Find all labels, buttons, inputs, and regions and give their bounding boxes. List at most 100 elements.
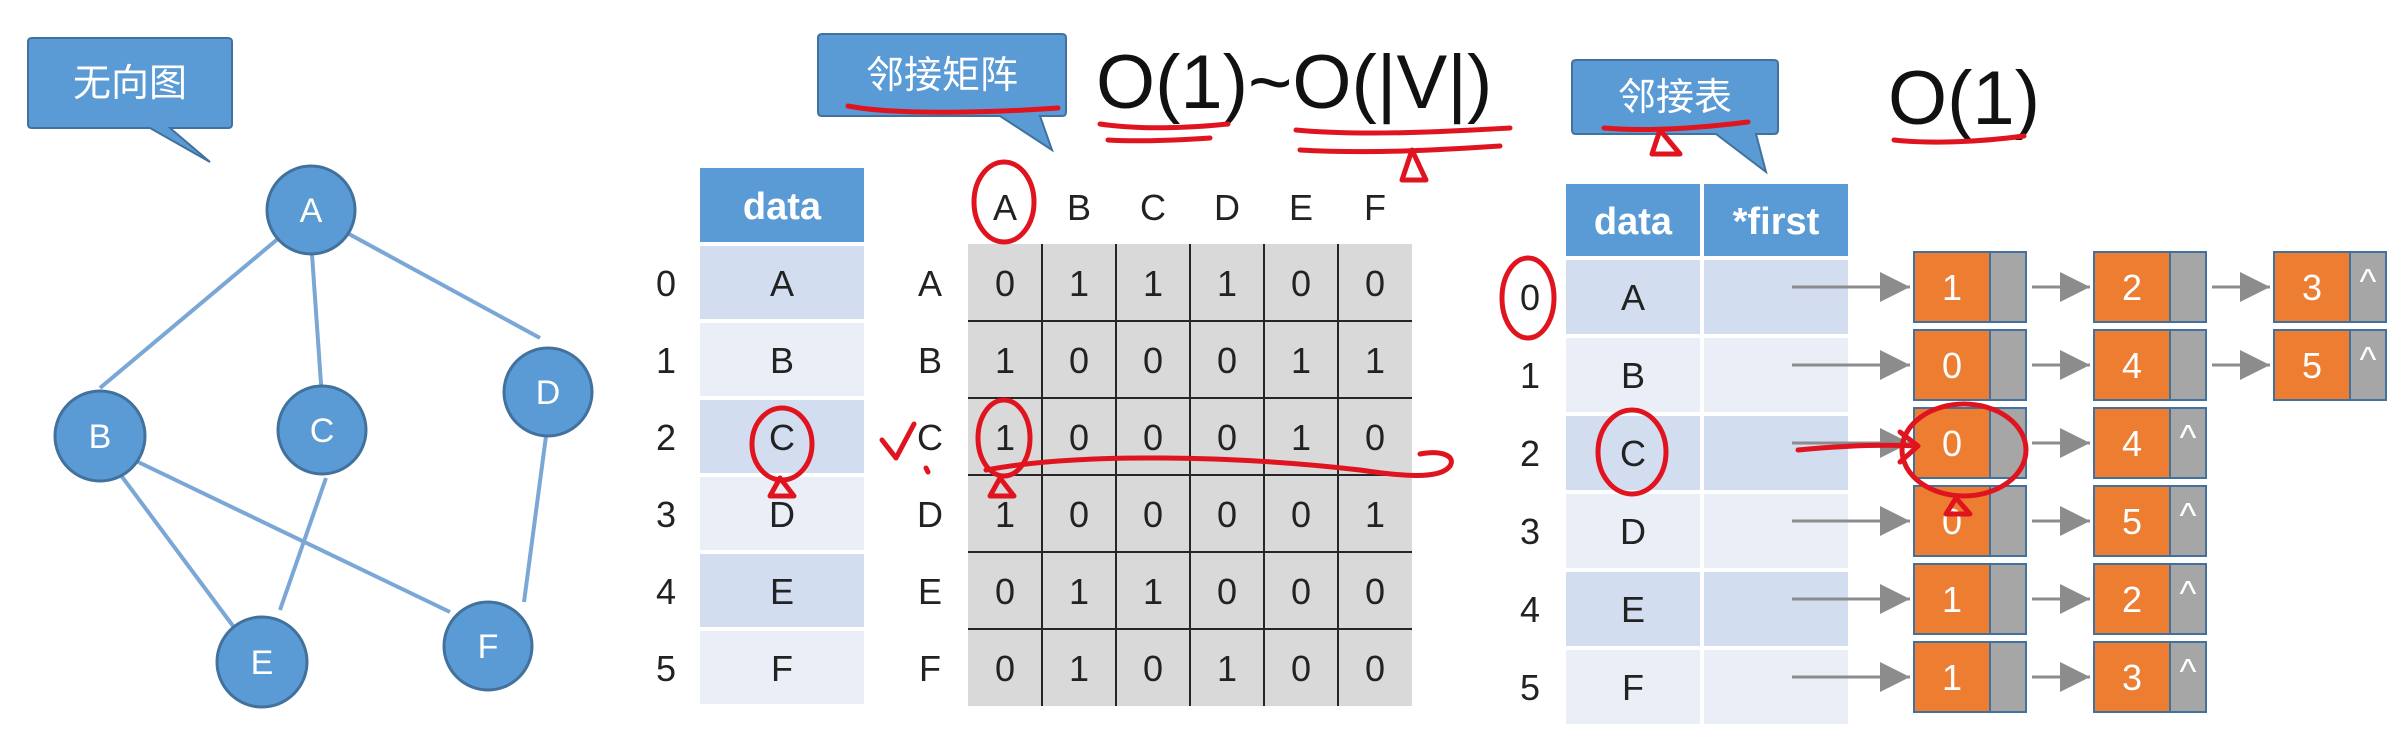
mark-ov-triangle [1399,147,1429,183]
matrix-cell: 0 [1365,417,1385,458]
matrix-cell: 1 [1143,263,1163,304]
matrix-cell: 1 [995,494,1015,535]
chain-node-value: 1 [1942,579,1962,620]
matrix-cell: 1 [1365,340,1385,381]
adj-table-first-cell [1704,494,1848,568]
adj-table-first-cell [1704,572,1848,646]
matrix-cell: 0 [1069,340,1089,381]
matrix-cell: 1 [1365,494,1385,535]
matrix-cell: 1 [1291,340,1311,381]
chain-node-next [2169,329,2207,401]
edge-A-D [337,226,541,340]
adj-table-vertex: F [1622,667,1644,708]
matrix-cell: 0 [1069,417,1089,458]
adj-table-index: 4 [1520,589,1540,630]
matrix-cell: 1 [1069,263,1089,304]
callout-undirected-graph-label: 无向图 [73,61,187,105]
matrix-col-header: A [993,187,1017,228]
underline-matrix-ov [1293,125,1513,136]
adj-table-vertex: C [1620,433,1646,474]
matrix-cell: 0 [1291,494,1311,535]
vertex-table-index: 4 [656,571,676,612]
adj-table-index: 1 [1520,355,1540,396]
chain-node-value: 1 [1942,267,1962,308]
matrix-cell: 1 [1069,648,1089,689]
chain-node-next [1989,251,2027,323]
chain-node-value: 2 [2122,579,2142,620]
graph-node-a: A [265,164,357,256]
matrix-cell: 1 [995,417,1015,458]
matrix-cell: 0 [995,263,1015,304]
callout-undirected-graph: 无向图 [27,37,233,163]
vertex-table-value: D [769,494,795,535]
callout-adjacency-matrix-label: 邻接矩阵 [866,53,1018,97]
matrix-cell: 0 [1291,648,1311,689]
adjacency-list-chains: 1 2 3 ^0 4 5 ^0 4 ^0 5 ^1 2 ^1 3 ^ [1792,251,2387,713]
chain-null-mark: ^ [2180,495,2197,536]
adj-table-first-cell [1704,260,1848,334]
complexity-matrix: O(1)~O(|V|) [1096,40,1492,125]
chain-node-value: 3 [2302,267,2322,308]
chain-node-next [1989,641,2027,713]
edge-A-B [98,230,288,390]
matrix-cell: 0 [1143,417,1163,458]
chain-node-value: 3 [2122,657,2142,698]
graph-nodes: A B C D E F [53,164,594,709]
underline-matrix-ov-2 [1297,143,1503,155]
chain-null-mark: ^ [2180,651,2197,692]
chain-null-mark: ^ [2180,573,2197,614]
chain-node-next [2169,251,2207,323]
chain-null-mark: ^ [2360,261,2377,302]
graph-node-b: B [53,389,147,483]
adj-table-first-cell [1704,650,1848,724]
adjacency-list-table: data *first A 0 B 1 C 2 D 3 E 4 F 5 [1520,184,1848,724]
matrix-cell: 0 [1143,340,1163,381]
vertex-table-value: A [770,263,794,304]
callout-adjacency-matrix: 邻接矩阵 [817,33,1067,153]
matrix-cell: 0 [1217,417,1237,458]
vertex-table-value: C [769,417,795,458]
diagram-canvas: 无向图 A B C D E F 邻接矩阵 O(1)~O(|V|) O(1) 邻接… [27,33,2387,724]
vertex-table: data A 0 B 1 C 2 D 3 E 4 F 5 [656,168,864,704]
edge-A-C [309,239,324,399]
matrix-cell: 0 [1217,340,1237,381]
matrix-row-header: D [917,494,943,535]
matrix-cell: 0 [995,571,1015,612]
chain-node-value: 0 [1942,345,1962,386]
chain-node-next [1989,485,2027,557]
adj-header-data: data [1594,201,1673,243]
adj-table-vertex: E [1621,589,1645,630]
chain-node-value: 5 [2122,501,2142,542]
chain-node-next [1989,329,2027,401]
vertex-table-index: 1 [656,340,676,381]
matrix-col-header: B [1067,187,1091,228]
matrix-cell: 1 [995,340,1015,381]
complexity-list: O(1) [1888,56,2040,141]
graph-node-c: C [276,384,368,476]
matrix-cell: 0 [1143,648,1163,689]
adj-table-vertex: D [1620,511,1646,552]
svg-text:E: E [251,644,274,682]
vertex-table-value: B [770,340,794,381]
adj-table-vertex: A [1621,277,1645,318]
vertex-table-index: 2 [656,417,676,458]
chain-node-value: 2 [2122,267,2142,308]
dot-row-c [923,465,931,475]
matrix-cell: 0 [1365,263,1385,304]
graph-node-e: E [215,615,309,709]
matrix-row-header: A [918,263,942,304]
chain-node-next [1989,563,2027,635]
vertex-table-index: 5 [656,648,676,689]
matrix-cell: 1 [1217,263,1237,304]
graph-node-f: F [442,600,534,692]
edge-B-F [133,458,451,614]
vertex-table-index: 0 [656,263,676,304]
matrix-cell: 0 [1143,494,1163,535]
adj-header-first: *first [1733,201,1820,243]
matrix-cell: 0 [1291,571,1311,612]
adj-table-index: 5 [1520,667,1540,708]
svg-text:F: F [478,628,499,666]
matrix-col-header: C [1140,187,1166,228]
matrix-cell: 0 [1217,494,1237,535]
vertex-table-value: F [771,648,793,689]
